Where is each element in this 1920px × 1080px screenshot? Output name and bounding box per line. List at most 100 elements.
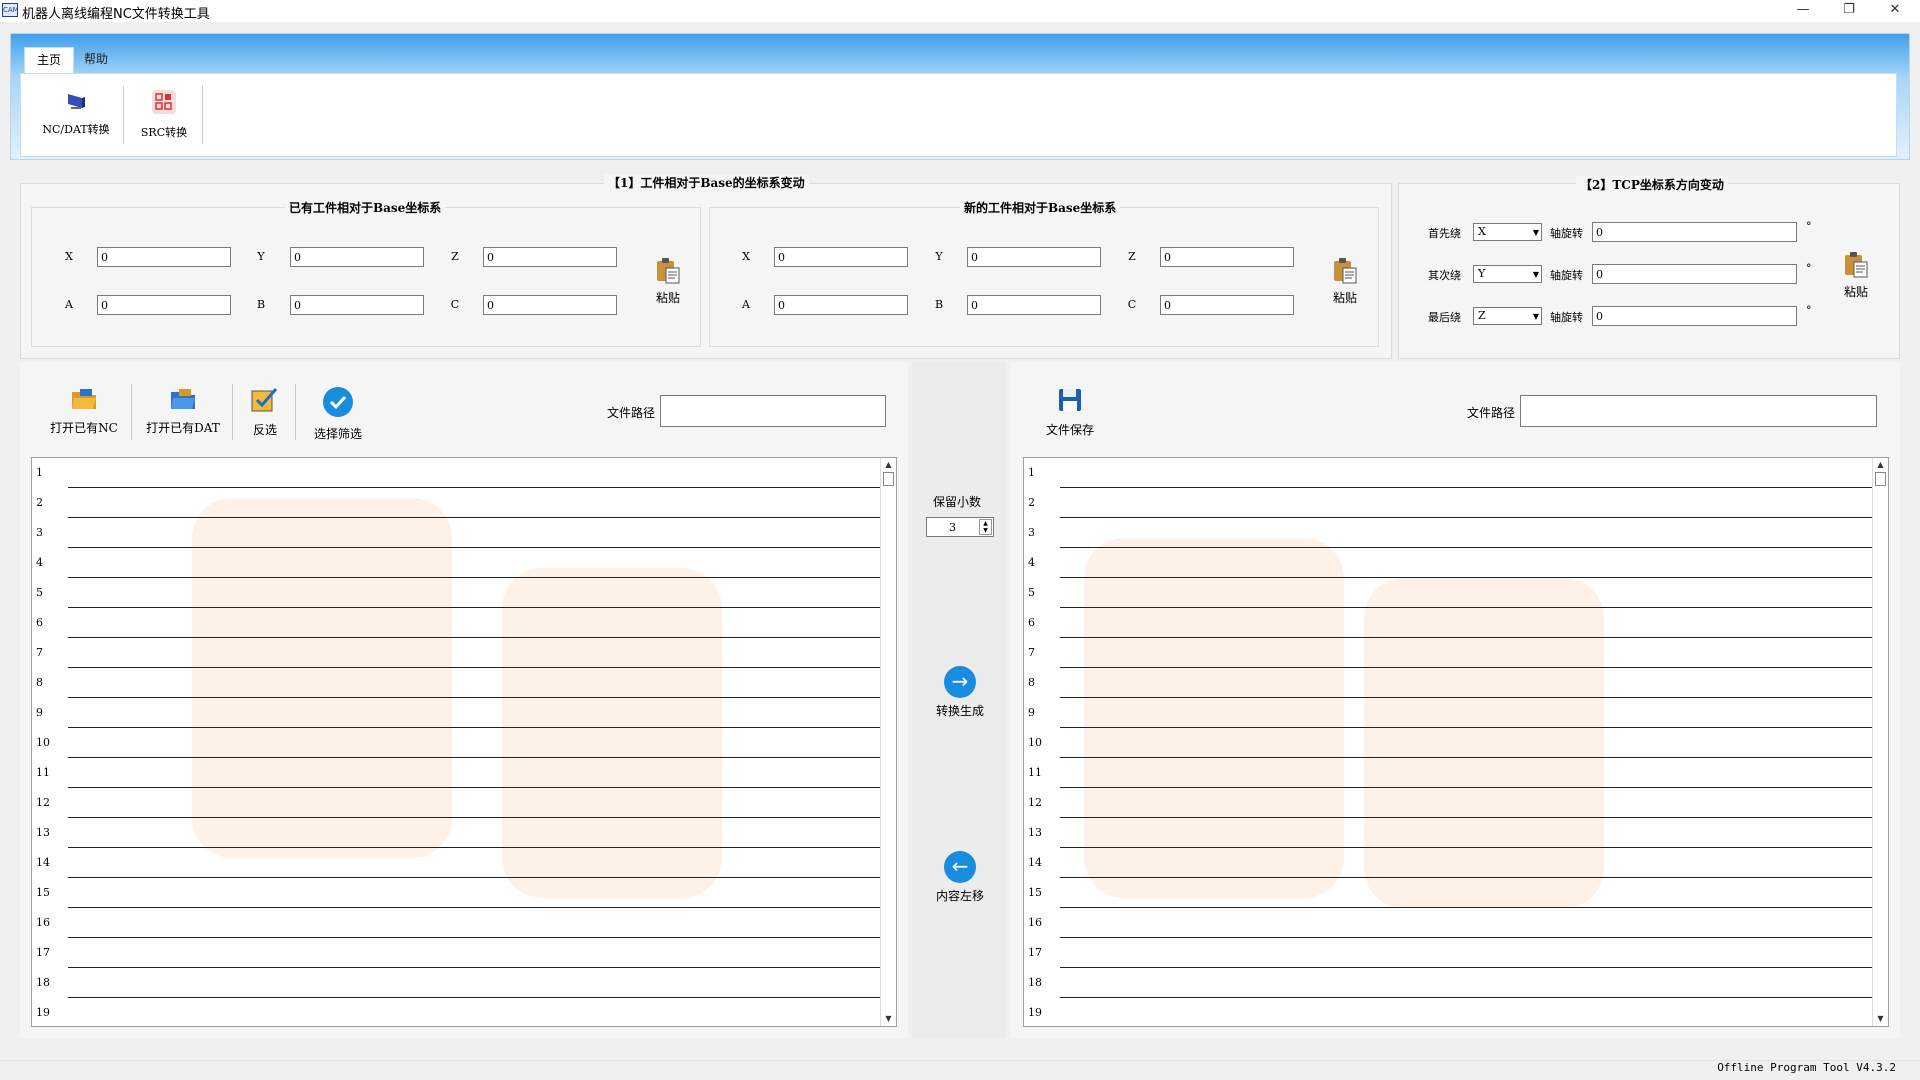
editor-line[interactable]: 11 [32, 758, 896, 788]
select-filter-label: 选择筛选 [313, 427, 362, 441]
new-c-input[interactable] [1160, 295, 1294, 315]
scroll-down-icon[interactable]: ▼ [881, 1012, 896, 1026]
editor-line[interactable]: 9 [32, 698, 896, 728]
new-a-input[interactable] [774, 295, 908, 315]
tcp-axis-select-2[interactable]: Y ▼ [1473, 265, 1542, 283]
left-editor[interactable]: 1 2 3 4 5 6 7 8 9 10 11 12 13 14 15 16 17 18 19 ▲ ▼ [31, 457, 897, 1027]
degree-unit: ° [1806, 262, 1812, 275]
existing-y-input[interactable] [290, 247, 424, 267]
editor-line[interactable]: 9 [1024, 698, 1888, 728]
editor-line[interactable]: 15 [32, 878, 896, 908]
line-number: 17 [36, 946, 50, 959]
close-button[interactable]: ✕ [1872, 0, 1918, 22]
minimize-button[interactable]: — [1780, 0, 1826, 22]
editor-line[interactable]: 7 [32, 638, 896, 668]
editor-line[interactable]: 10 [1024, 728, 1888, 758]
tcp-axis-select-3[interactable]: Z ▼ [1473, 307, 1542, 325]
editor-line[interactable]: 14 [32, 848, 896, 878]
editor-line[interactable]: 4 [32, 548, 896, 578]
new-x-input[interactable] [774, 247, 908, 267]
tcp-angle-input-1[interactable] [1592, 222, 1797, 242]
tab-help[interactable]: 帮助 [72, 47, 120, 73]
move-left-button[interactable]: ← 内容左移 [930, 851, 990, 904]
editor-line[interactable]: 14 [1024, 848, 1888, 878]
spinner-arrows-icon[interactable]: ▲ ▼ [979, 519, 992, 535]
tcp-axis-select-1[interactable]: X ▼ [1473, 223, 1542, 241]
new-paste-button[interactable]: 粘贴 [1320, 256, 1370, 306]
editor-line[interactable]: 3 [32, 518, 896, 548]
convert-label: 转换生成 [935, 704, 984, 718]
editor-line[interactable]: 17 [1024, 938, 1888, 968]
editor-line[interactable]: 8 [32, 668, 896, 698]
line-number: 11 [36, 766, 50, 779]
tab-home[interactable]: 主页 [24, 47, 75, 74]
left-editor-scrollbar[interactable]: ▲ ▼ [880, 458, 896, 1026]
editor-line[interactable]: 13 [32, 818, 896, 848]
editor-line[interactable]: 11 [1024, 758, 1888, 788]
editor-line[interactable]: 7 [1024, 638, 1888, 668]
new-y-input[interactable] [967, 247, 1101, 267]
editor-line[interactable]: 17 [32, 938, 896, 968]
scroll-thumb[interactable] [883, 472, 894, 486]
editor-line[interactable]: 6 [32, 608, 896, 638]
editor-line[interactable]: 19 [1024, 998, 1888, 1026]
scroll-down-icon[interactable]: ▼ [1873, 1012, 1888, 1026]
tcp-angle-input-3[interactable] [1592, 306, 1797, 326]
open-nc-label: 打开已有NC [50, 421, 118, 435]
existing-c-input[interactable] [483, 295, 617, 315]
editor-line[interactable]: 1 [1024, 458, 1888, 488]
editor-line[interactable]: 2 [32, 488, 896, 518]
app-icon: CAM [2, 3, 19, 17]
save-file-button[interactable]: 文件保存 [1040, 386, 1100, 440]
src-convert-button[interactable]: SRC转换 [122, 88, 206, 148]
editor-line[interactable]: 5 [32, 578, 896, 608]
tcp-order-label-3: 最后绕 [1428, 311, 1461, 324]
editor-line[interactable]: 10 [32, 728, 896, 758]
editor-line[interactable]: 6 [1024, 608, 1888, 638]
left-path-input[interactable] [660, 395, 886, 427]
editor-line[interactable]: 16 [32, 908, 896, 938]
tcp-angle-input-2[interactable] [1592, 264, 1797, 284]
line-number: 6 [36, 616, 43, 629]
open-nc-button[interactable]: 打开已有NC [48, 386, 120, 440]
select-filter-button[interactable]: 选择筛选 [306, 386, 370, 441]
editor-line[interactable]: 15 [1024, 878, 1888, 908]
scroll-up-icon[interactable]: ▲ [881, 458, 896, 472]
new-z-input[interactable] [1160, 247, 1294, 267]
nc-dat-convert-button[interactable]: NC/DAT转换 [34, 88, 118, 148]
editor-line[interactable]: 8 [1024, 668, 1888, 698]
convert-button[interactable]: → 转换生成 [930, 666, 990, 719]
existing-a-input[interactable] [97, 295, 231, 315]
existing-paste-button[interactable]: 粘贴 [643, 256, 693, 306]
tcp-axis-value-3: Z [1478, 309, 1486, 322]
editor-line[interactable]: 18 [32, 968, 896, 998]
editor-line[interactable]: 2 [1024, 488, 1888, 518]
editor-line[interactable]: 3 [1024, 518, 1888, 548]
editor-line[interactable]: 12 [1024, 788, 1888, 818]
new-b-input[interactable] [967, 295, 1101, 315]
editor-line[interactable]: 1 [32, 458, 896, 488]
decimals-spinner[interactable]: 3 ▲ ▼ [926, 517, 994, 537]
editor-line[interactable]: 19 [32, 998, 896, 1026]
scroll-up-icon[interactable]: ▲ [1873, 458, 1888, 472]
open-dat-button[interactable]: 打开已有DAT [144, 386, 222, 440]
editor-line[interactable]: 5 [1024, 578, 1888, 608]
scroll-thumb[interactable] [1875, 472, 1886, 486]
editor-line[interactable]: 12 [32, 788, 896, 818]
existing-b-input[interactable] [290, 295, 424, 315]
editor-line[interactable]: 13 [1024, 818, 1888, 848]
existing-x-input[interactable] [97, 247, 231, 267]
invert-selection-button[interactable]: 反选 [244, 386, 286, 440]
editor-line[interactable]: 16 [1024, 908, 1888, 938]
editor-line[interactable]: 18 [1024, 968, 1888, 998]
line-number: 11 [1028, 766, 1042, 779]
line-number: 19 [1028, 1006, 1042, 1019]
restore-button[interactable]: ❐ [1826, 0, 1872, 22]
right-editor-scrollbar[interactable]: ▲ ▼ [1872, 458, 1888, 1026]
right-editor[interactable]: 1 2 3 4 5 6 7 8 9 10 11 12 13 14 15 16 17 18 19 ▲ ▼ [1023, 457, 1889, 1027]
window-title: 机器人离线编程NC文件转换工具 [22, 7, 210, 22]
tcp-paste-button[interactable]: 粘贴 [1831, 250, 1881, 300]
right-path-input[interactable] [1520, 395, 1877, 427]
existing-z-input[interactable] [483, 247, 617, 267]
editor-line[interactable]: 4 [1024, 548, 1888, 578]
